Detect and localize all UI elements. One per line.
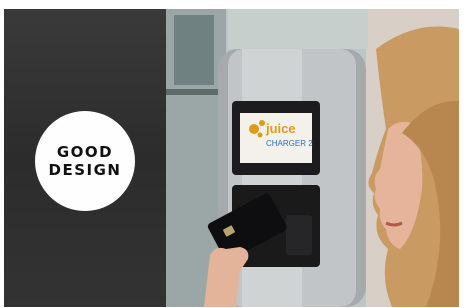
good-design-banner: GOOD DESIGN juice CHARGER 2 [4,9,459,307]
photo-scene [166,9,459,307]
good-design-badge: GOOD DESIGN [35,111,135,211]
charger-model-label: CHARGER 2 [266,139,313,148]
dark-side-panel: GOOD DESIGN [4,9,166,307]
charger-photo: juice CHARGER 2 [166,9,459,307]
badge-line-1: GOOD [56,143,114,161]
badge-line-2: DESIGN [48,161,122,179]
charger-brand-label: juice [266,121,296,136]
